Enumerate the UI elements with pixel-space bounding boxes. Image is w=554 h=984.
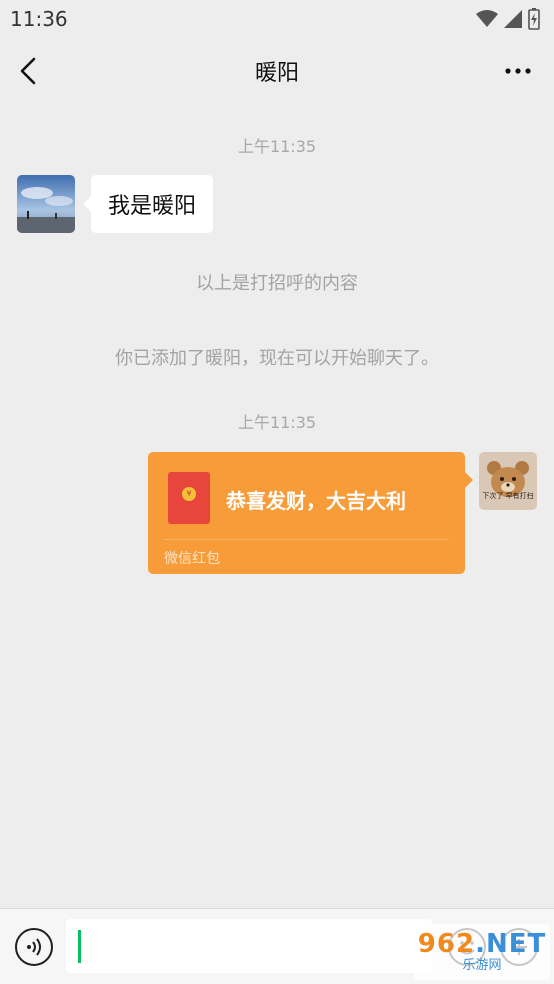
watermark-bottom: 乐游网 (462, 958, 502, 973)
sticker-caption: 下次了 早有打扫 (482, 492, 534, 500)
more-dots-icon (505, 68, 531, 74)
coin-icon: ¥ (182, 487, 196, 501)
status-time: 11:36 (10, 7, 68, 31)
status-icons (476, 8, 540, 30)
text-caret (78, 930, 81, 963)
message-input[interactable] (66, 919, 432, 973)
system-message-added: 你已添加了暖阳，现在可以开始聊天了。 (115, 348, 439, 369)
my-avatar[interactable]: 下次了 早有打扫 (479, 452, 537, 510)
watermark-number: 962 (417, 929, 476, 959)
watermark-domain: .NET (475, 929, 547, 959)
red-packet-title: 恭喜发财，大吉大利 (226, 489, 406, 513)
wifi-icon (476, 10, 498, 27)
watermark-top: 962.NET (418, 930, 546, 958)
chat-header: 暖阳 (0, 38, 554, 104)
voice-icon (27, 938, 41, 956)
incoming-message-bubble[interactable]: 我是暖阳 (82, 175, 214, 233)
site-watermark-logo: 962.NET 乐游网 (414, 924, 550, 980)
system-message-greeting: 以上是打招呼的内容 (196, 273, 358, 294)
signal-icon (504, 10, 522, 28)
contact-avatar[interactable] (17, 175, 75, 233)
message-timestamp: 上午11:35 (237, 137, 317, 156)
chat-title: 暖阳 (254, 61, 299, 86)
bear-sticker-image (479, 452, 537, 510)
red-packet-message[interactable]: ¥ 恭喜发财，大吉大利 微信红包 (148, 452, 473, 574)
back-button[interactable] (14, 54, 42, 88)
battery-icon (528, 8, 540, 30)
incoming-message-text: 我是暖阳 (108, 194, 197, 219)
status-bar: 11:36 (0, 0, 554, 38)
voice-input-button[interactable] (15, 928, 53, 966)
red-packet-divider (164, 539, 449, 540)
avatar-landscape-image (17, 175, 75, 233)
chevron-left-icon (20, 57, 36, 85)
red-packet-caption: 微信红包 (164, 551, 220, 567)
message-timestamp: 上午11:35 (237, 413, 317, 432)
more-options-button[interactable] (502, 56, 534, 86)
red-packet-icon: ¥ (168, 472, 210, 524)
